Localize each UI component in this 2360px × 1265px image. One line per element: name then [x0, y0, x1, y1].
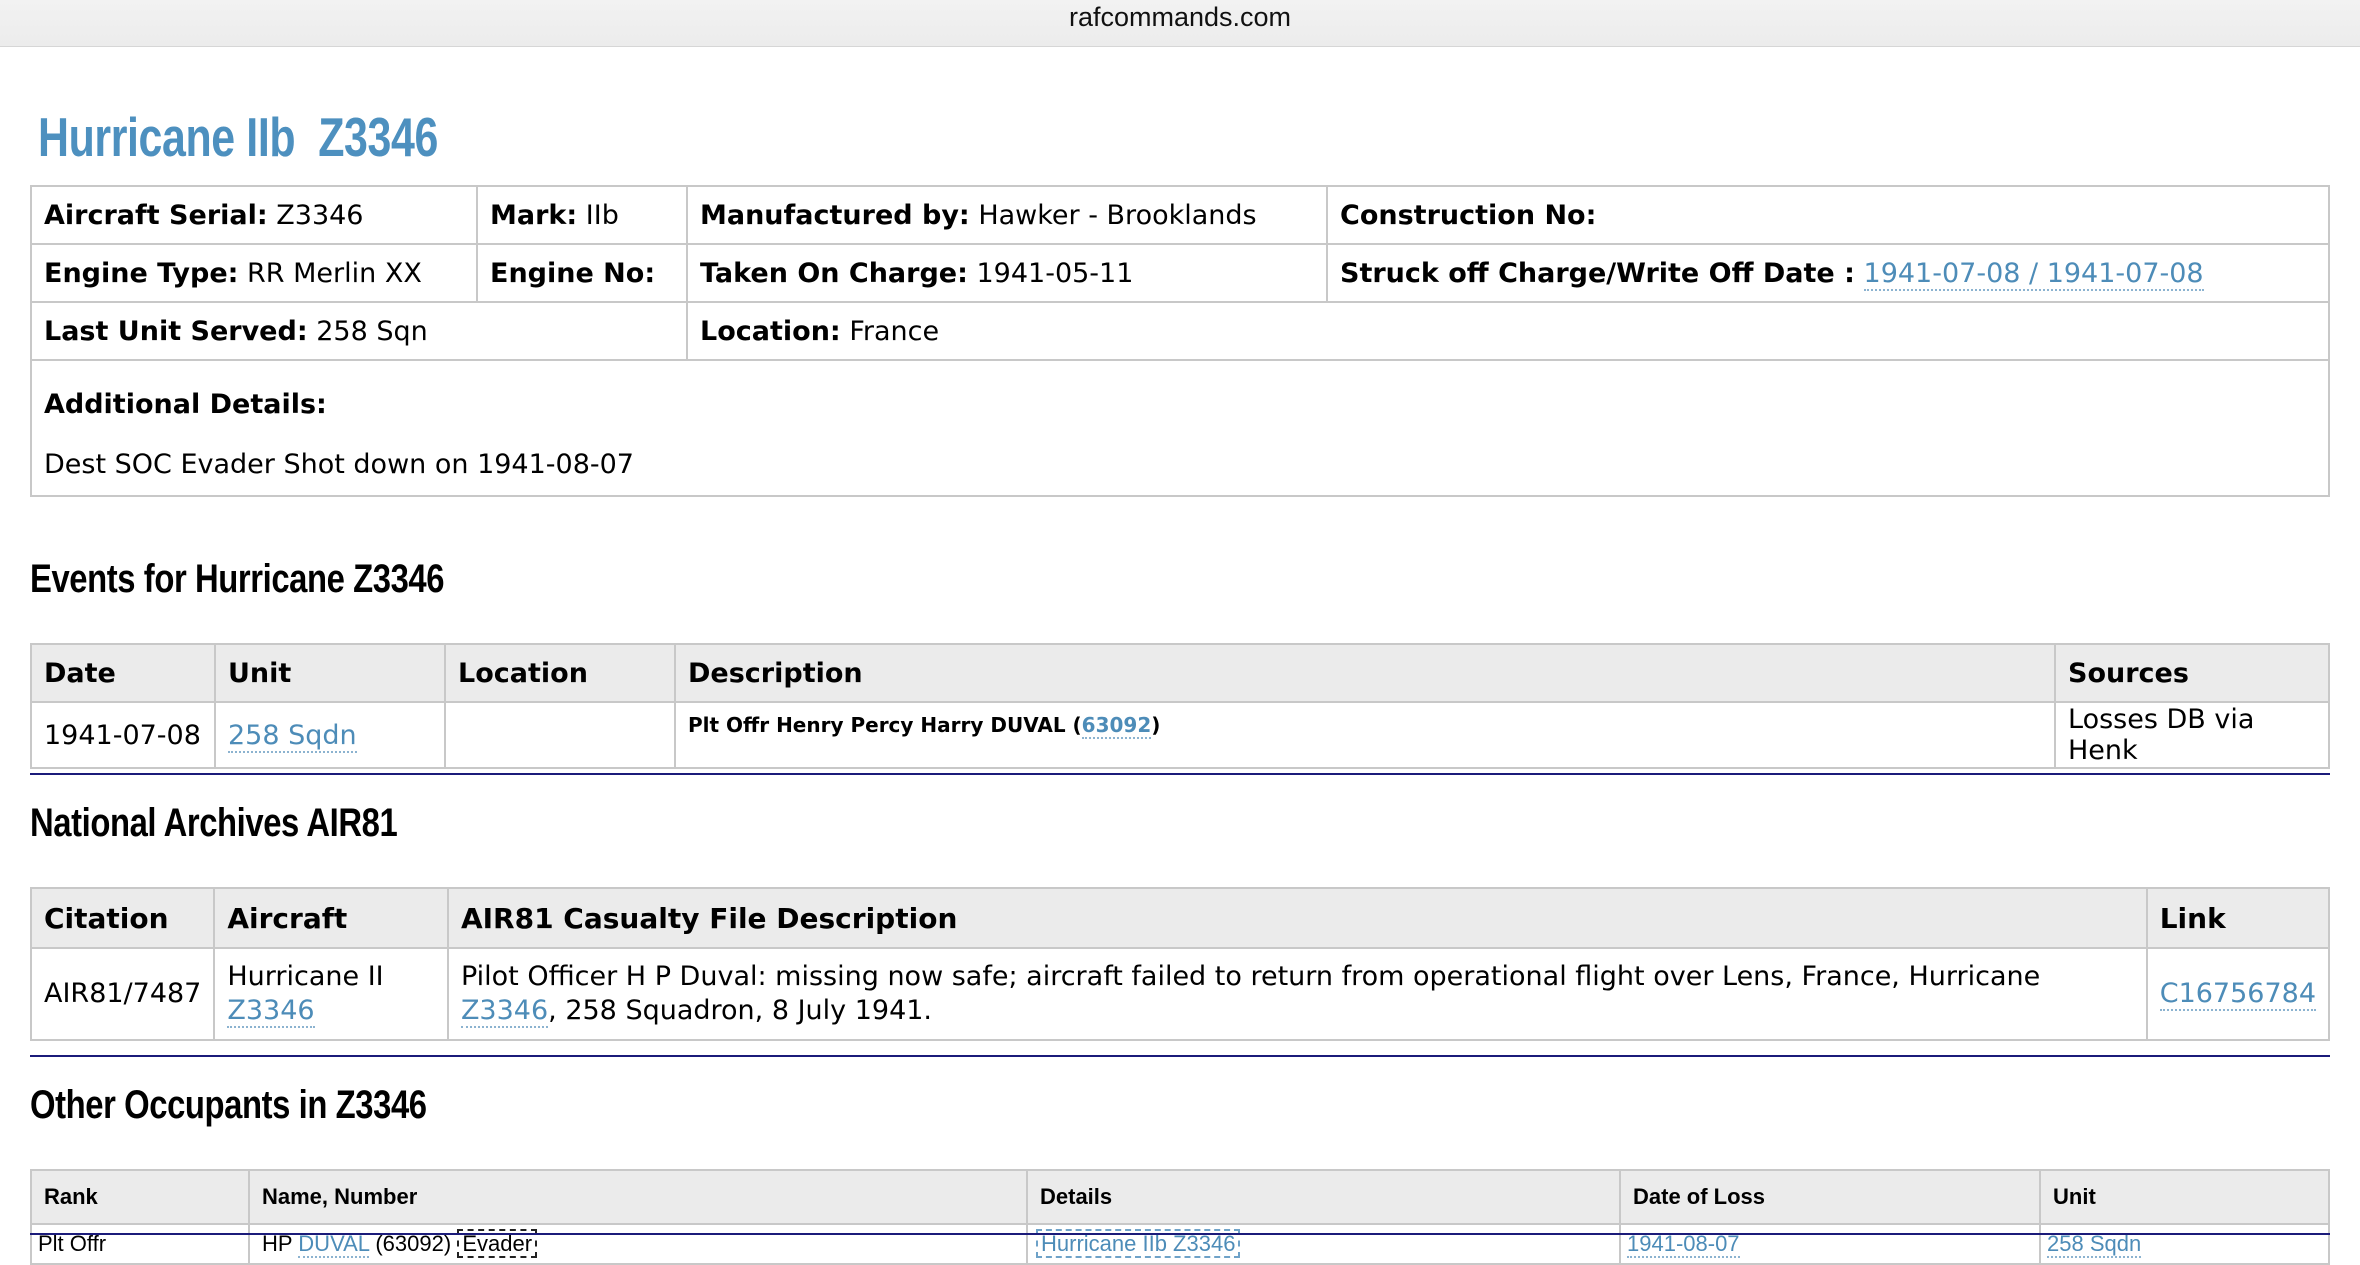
air81-file-link[interactable]: C16756784 [2159, 978, 2316, 1011]
section-divider [30, 1055, 2330, 1057]
aircraft-info-table: Aircraft Serial: Z3346 Mark: IIb Manufac… [30, 185, 2330, 497]
table-row: AIR81/7487 Hurricane II Z3346 Pilot Offic… [29, 947, 2331, 1041]
air81-link-cell: C16756784 [2145, 947, 2331, 1041]
location-value: France [849, 315, 940, 347]
air81-table: Citation Aircraft AIR81 Casualty File De… [29, 887, 2331, 1041]
location-label: Location: [700, 315, 841, 347]
event-location [444, 701, 676, 769]
table-row: 1941-07-08 258 Sqdn Plt Offr Henry Percy… [30, 701, 2330, 769]
manufacturer-label: Manufactured by: [700, 199, 970, 231]
construction-label: Construction No: [1340, 199, 1597, 231]
occupants-table: Rank Name, Number Details Date of Loss U… [30, 1169, 2330, 1265]
occupants-section-title: Other Occupants in Z3346 [30, 1083, 427, 1127]
column-header-details: Details [1026, 1169, 1621, 1225]
mark-cell: Mark: IIb [476, 185, 688, 245]
column-header-unit: Unit [214, 643, 446, 703]
event-unit-cell: 258 Sqdn [214, 701, 446, 769]
section-divider [30, 1233, 2330, 1235]
column-header-aircraft: Aircraft [213, 887, 449, 949]
table-header-row: Date Unit Location Description Sources [30, 643, 2330, 703]
event-sources: Losses DB via Henk [2054, 701, 2330, 769]
struck-off-date-link[interactable]: 1941-07-08 / 1941-07-08 [1863, 257, 2204, 291]
engine-no-label: Engine No: [490, 257, 656, 289]
taken-on-charge-label: Taken On Charge: [700, 257, 968, 289]
column-header-location: Location [444, 643, 676, 703]
table-row: Plt Offr HP DUVAL (63092) Evader Hurrica… [30, 1223, 2330, 1265]
air81-section-title: National Archives AIR81 [30, 801, 398, 845]
column-header-description: Description [674, 643, 2056, 703]
browser-address-bar[interactable]: rafcommands.com [0, 0, 2360, 47]
column-header-rank: Rank [30, 1169, 250, 1225]
manufacturer-value: Hawker - Brooklands [978, 199, 1257, 231]
occupant-date-cell: 1941-08-07 [1619, 1223, 2041, 1265]
occupant-unit-link[interactable]: 258 Sqdn [2047, 1231, 2142, 1258]
taken-on-charge-value: 1941-05-11 [976, 257, 1134, 289]
serial-cell: Aircraft Serial: Z3346 [30, 185, 478, 245]
table-header-row: Citation Aircraft AIR81 Casualty File De… [29, 887, 2331, 949]
occupant-unit-cell: 258 Sqdn [2039, 1223, 2330, 1265]
occupant-date-link[interactable]: 1941-08-07 [1627, 1231, 1740, 1258]
column-header-unit: Unit [2039, 1169, 2330, 1225]
location-cell: Location: France [686, 301, 2330, 361]
air81-aircraft-cell: Hurricane II Z3346 [213, 947, 449, 1041]
engine-no-cell: Engine No: [476, 243, 688, 303]
engine-type-value: RR Merlin XX [247, 257, 422, 289]
table-header-row: Rank Name, Number Details Date of Loss U… [30, 1169, 2330, 1225]
serial-value: Z3346 [276, 199, 364, 231]
service-number-link[interactable]: 63092 [1081, 713, 1152, 739]
last-unit-cell: Last Unit Served: 258 Sqn [30, 301, 688, 361]
engine-type-cell: Engine Type: RR Merlin XX [30, 243, 478, 303]
struck-off-label: Struck off Charge/Write Off Date : [1340, 257, 1855, 289]
mark-value: IIb [585, 199, 619, 231]
event-description-close: ) [1151, 713, 1161, 737]
column-header-sources: Sources [2054, 643, 2330, 703]
last-unit-value: 258 Sqn [316, 315, 428, 347]
manufacturer-cell: Manufactured by: Hawker - Brooklands [686, 185, 1328, 245]
table-row: Last Unit Served: 258 Sqn Location: Fran… [30, 301, 2330, 361]
column-header-date: Date [30, 643, 216, 703]
events-table: Date Unit Location Description Sources 1… [30, 643, 2330, 769]
occupant-rank: Plt Offr [30, 1223, 250, 1265]
air81-aircraft-link[interactable]: Z3346 [227, 995, 315, 1028]
event-description: Plt Offr Henry Percy Harry DUVAL (63092) [674, 701, 2056, 769]
table-row: Engine Type: RR Merlin XX Engine No: Tak… [30, 243, 2330, 303]
occupant-details-cell: Hurricane IIb Z3346 [1026, 1223, 1621, 1265]
air81-serial-link[interactable]: Z3346 [460, 995, 549, 1028]
event-unit-link[interactable]: 258 Sqdn [228, 719, 357, 753]
column-header-casualty-description: AIR81 Casualty File Description [446, 887, 2148, 949]
page-title: Hurricane IIb Z3346 [38, 106, 438, 168]
column-header-link: Link [2145, 887, 2331, 949]
air81-description-text: Pilot Officer H P Duval: missing now saf… [460, 961, 2041, 992]
additional-details-label: Additional Details: [44, 389, 327, 420]
table-row: Aircraft Serial: Z3346 Mark: IIb Manufac… [30, 185, 2330, 245]
construction-cell: Construction No: [1326, 185, 2330, 245]
column-header-citation: Citation [29, 887, 216, 949]
event-description-text: Plt Offr Henry Percy Harry DUVAL ( [688, 713, 1082, 737]
last-unit-label: Last Unit Served: [44, 315, 308, 347]
serial-label: Aircraft Serial: [44, 199, 268, 231]
occupant-name-link[interactable]: DUVAL [298, 1231, 370, 1258]
domain-label: rafcommands.com [1068, 1, 1292, 32]
air81-description-suffix: , 258 Squadron, 8 July 1941. [548, 995, 933, 1026]
engine-type-label: Engine Type: [44, 257, 239, 289]
column-header-name-number: Name, Number [248, 1169, 1028, 1225]
additional-details-cell: Additional Details: Dest SOC Evader Shot… [30, 359, 2330, 497]
event-date: 1941-07-08 [30, 701, 216, 769]
occupant-name-cell: HP DUVAL (63092) Evader [248, 1223, 1028, 1265]
air81-description-cell: Pilot Officer H P Duval: missing now saf… [446, 947, 2148, 1041]
taken-on-charge-cell: Taken On Charge: 1941-05-11 [686, 243, 1328, 303]
struck-off-cell: Struck off Charge/Write Off Date : 1941-… [1326, 243, 2330, 303]
air81-citation: AIR81/7487 [29, 947, 216, 1041]
column-header-date-of-loss: Date of Loss [1619, 1169, 2041, 1225]
section-divider [30, 773, 2330, 775]
mark-label: Mark: [490, 199, 578, 231]
events-section-title: Events for Hurricane Z3346 [30, 557, 445, 601]
additional-details-text: Dest SOC Evader Shot down on 1941-08-07 [44, 449, 634, 480]
air81-aircraft-text: Hurricane II [227, 961, 384, 992]
table-row: Additional Details: Dest SOC Evader Shot… [30, 359, 2330, 497]
